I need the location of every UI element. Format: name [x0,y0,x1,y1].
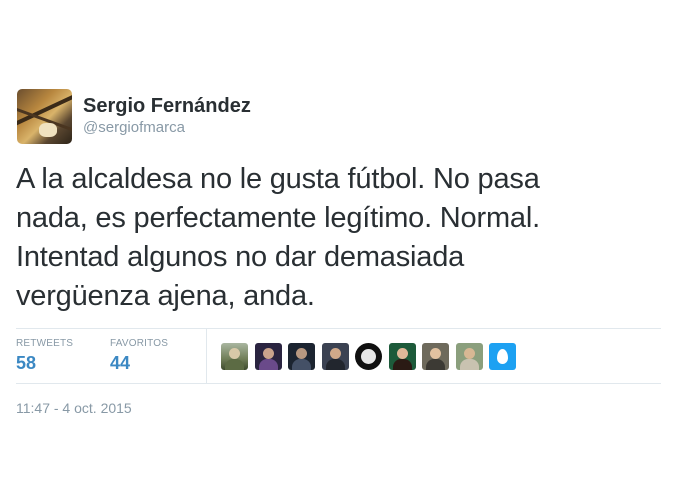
tweet-text-line: vergüenza ajena, anda. [16,280,315,312]
user-avatar-icon[interactable] [254,342,282,370]
retweets-count[interactable]: 58 [16,351,110,375]
author-display-name[interactable]: Sergio Fernández [83,94,251,118]
avatar-body [392,358,412,370]
retweets-stat[interactable]: RETWEETS 58 [16,337,110,375]
retweets-label: RETWEETS [16,338,74,349]
avatar-head [329,347,341,359]
avatar-body [325,358,345,370]
user-avatar-icon[interactable] [288,342,315,370]
avatar-head [296,347,307,359]
user-avatar-icon[interactable] [321,342,349,370]
tweet-stats-bar: RETWEETS 58 FAVORITOS 44 [16,328,661,384]
favorites-stat[interactable]: FAVORITOS 44 [110,337,206,375]
tweet-card: Sergio Fernández @sergiofmarca A la alca… [0,0,677,481]
avatar-body [459,358,479,370]
author-handle[interactable]: @sergiofmarca [83,118,251,138]
stats-divider [206,329,207,383]
user-avatar-icon[interactable] [388,342,416,370]
avatar-head [262,347,274,359]
author-names: Sergio Fernández @sergiofmarca [83,94,251,138]
avatar-body [292,358,311,370]
default-egg-avatar-icon[interactable] [489,342,516,370]
user-avatar-icon[interactable] [455,342,483,370]
tweet-timestamp[interactable]: 11:47 - 4 oct. 2015 [16,399,132,417]
avatar-body [426,358,445,370]
avatar-head [463,347,475,359]
user-avatar-icon[interactable] [221,342,248,370]
avatar-head [396,347,408,359]
avatar-detail [39,122,57,137]
tweet-text: A la alcaldesa no le gusta fútbol. No pa… [16,160,656,316]
user-avatar-icon[interactable] [355,342,382,370]
user-avatar-icon[interactable] [422,342,449,370]
tweet-header: Sergio Fernández @sergiofmarca [17,88,251,144]
avatar-head [229,347,240,359]
avatar-head [430,347,441,359]
author-avatar[interactable] [17,88,72,144]
avatar-head [361,348,376,364]
likers-avatar-list [221,342,523,370]
avatar-body [258,358,278,370]
tweet-text-line: A la alcaldesa no le gusta fútbol. No pa… [16,163,540,195]
tweet-text-line: nada, es perfectamente legítimo. Normal. [16,202,540,234]
tweet-text-line: Intentad algunos no dar demasiada [16,241,465,273]
favorites-count[interactable]: 44 [110,351,206,375]
favorites-label: FAVORITOS [110,338,169,349]
avatar-body [225,358,244,370]
egg-shape [497,348,508,364]
